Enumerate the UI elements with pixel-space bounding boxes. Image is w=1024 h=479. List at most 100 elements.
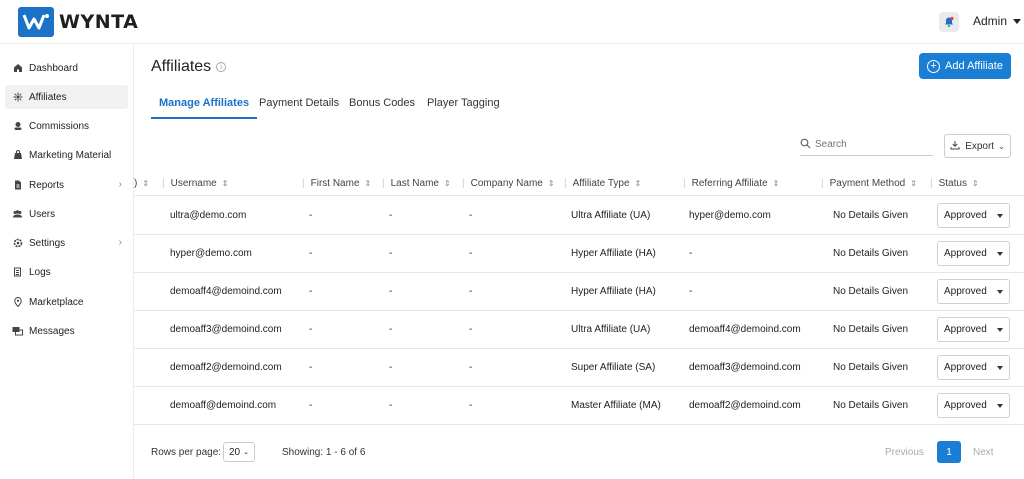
- rows-per-page-select[interactable]: 20 ⌄: [223, 442, 255, 462]
- status-select[interactable]: Approved: [937, 355, 1010, 380]
- cell-affiliate-type: Hyper Affiliate (HA): [571, 286, 656, 297]
- column-header-status[interactable]: | Status ⇕: [930, 178, 979, 189]
- chevron-right-icon: ›: [118, 179, 122, 190]
- sort-icon: ⇕: [772, 179, 780, 188]
- table-row[interactable]: demoaff4@demoind.com - - - Hyper Affilia…: [134, 273, 1024, 311]
- cell-last-name: -: [389, 324, 393, 335]
- previous-page-button[interactable]: Previous: [885, 447, 924, 458]
- column-header-referring-affiliate[interactable]: | Referring Affiliate ⇕: [683, 178, 779, 189]
- cell-referring-affiliate: demoaff4@demoind.com: [689, 324, 801, 335]
- cell-first-name: -: [309, 324, 313, 335]
- add-affiliate-button[interactable]: + Add Affiliate: [919, 53, 1011, 79]
- next-page-button[interactable]: Next: [973, 447, 994, 458]
- tab-player-tagging[interactable]: Player Tagging: [427, 97, 500, 119]
- cell-referring-affiliate: -: [689, 248, 693, 259]
- export-button[interactable]: Export ⌄: [944, 134, 1011, 158]
- sidebar-item-label: Reports: [29, 179, 65, 191]
- column-header-last-name[interactable]: | Last Name ⇕: [382, 178, 451, 189]
- cell-affiliate-type: Master Affiliate (MA): [571, 400, 661, 411]
- table-header: ) ⇕ | Username ⇕ | First Name ⇕ | Last Name ⇕ |…: [134, 172, 1024, 196]
- sidebar-item-logs[interactable]: Logs: [5, 260, 128, 284]
- status-select[interactable]: Approved: [937, 279, 1010, 304]
- cell-payment-method: No Details Given: [833, 400, 909, 411]
- sort-icon: ⇕: [364, 179, 372, 188]
- status-select[interactable]: Approved: [937, 393, 1010, 418]
- cell-referring-affiliate: demoaff3@demoind.com: [689, 362, 801, 373]
- cell-payment-method: No Details Given: [833, 324, 909, 335]
- messages-icon: [12, 326, 23, 337]
- sidebar-item-reports[interactable]: Reports ›: [5, 173, 128, 197]
- sidebar-item-commissions[interactable]: Commissions: [5, 114, 128, 138]
- cell-username: demoaff2@demoind.com: [170, 362, 282, 373]
- cell-username: demoaff3@demoind.com: [170, 324, 282, 335]
- bell-icon[interactable]: [939, 12, 959, 32]
- cell-affiliate-type: Ultra Affiliate (UA): [571, 210, 651, 221]
- caret-down-icon: [997, 404, 1003, 408]
- sort-icon: ⇕: [634, 179, 642, 188]
- search-box[interactable]: [800, 134, 933, 156]
- search-icon: [800, 138, 811, 152]
- sidebar-item-marketing-material[interactable]: Marketing Material: [5, 143, 128, 167]
- cell-payment-method: No Details Given: [833, 286, 909, 297]
- sidebar-item-affiliates[interactable]: Affiliates: [5, 85, 128, 109]
- cell-first-name: -: [309, 286, 313, 297]
- brand-name: WYNTA: [59, 11, 139, 33]
- chevron-right-icon: ›: [118, 237, 122, 248]
- sidebar-item-settings[interactable]: Settings ›: [5, 231, 128, 255]
- logo[interactable]: WYNTA: [18, 7, 138, 37]
- sidebar-item-users[interactable]: Users: [5, 202, 128, 226]
- cell-affiliate-type: Ultra Affiliate (UA): [571, 324, 651, 335]
- column-header-affiliate-type[interactable]: | Affiliate Type ⇕: [564, 178, 641, 189]
- search-input[interactable]: [815, 139, 925, 150]
- column-header-payment-method[interactable]: | Payment Method ⇕: [821, 178, 917, 189]
- tab-payment-details[interactable]: Payment Details: [259, 97, 339, 119]
- page-title: Affiliates i: [151, 58, 227, 76]
- cell-company: -: [469, 362, 473, 373]
- caret-down-icon: [997, 328, 1003, 332]
- caret-down-icon: [1013, 18, 1022, 24]
- report-icon: [12, 180, 23, 191]
- sidebar-item-label: Marketing Material: [29, 149, 112, 161]
- tab-bonus-codes[interactable]: Bonus Codes: [349, 97, 415, 119]
- admin-menu[interactable]: Admin: [973, 14, 1022, 28]
- sort-icon: ⇕: [221, 179, 229, 188]
- rows-per-page-label: Rows per page:: [151, 447, 222, 458]
- admin-label: Admin: [973, 14, 1008, 28]
- status-select[interactable]: Approved: [937, 317, 1010, 342]
- sidebar-item-label: Commissions: [29, 120, 90, 132]
- table-row[interactable]: demoaff@demoind.com - - - Master Affilia…: [134, 387, 1024, 425]
- status-select[interactable]: Approved: [937, 241, 1010, 266]
- network-icon: [12, 92, 23, 103]
- cell-first-name: -: [309, 362, 313, 373]
- caret-down-icon: [997, 214, 1003, 218]
- cell-last-name: -: [389, 210, 393, 221]
- column-header-hidden[interactable]: ) ⇕: [134, 178, 149, 189]
- column-header-first-name[interactable]: | First Name ⇕: [302, 178, 371, 189]
- logs-icon: [12, 267, 23, 278]
- sidebar-item-dashboard[interactable]: Dashboard: [5, 56, 128, 80]
- table-row[interactable]: demoaff2@demoind.com - - - Super Affilia…: [134, 349, 1024, 387]
- page-1-button[interactable]: 1: [937, 441, 961, 463]
- chevron-down-icon: ⌄: [998, 141, 1005, 151]
- caret-down-icon: [997, 252, 1003, 256]
- sidebar-item-marketplace[interactable]: Marketplace: [5, 290, 128, 314]
- sidebar-item-messages[interactable]: Messages: [5, 319, 128, 343]
- column-header-company-name[interactable]: | Company Name ⇕: [462, 178, 555, 189]
- tab-manage-affiliates[interactable]: Manage Affiliates: [151, 97, 258, 119]
- top-bar: WYNTA Admin: [0, 0, 1024, 44]
- users-icon: [12, 209, 23, 220]
- sidebar-item-label: Settings: [29, 237, 66, 249]
- cell-company: -: [469, 400, 473, 411]
- table-row[interactable]: hyper@demo.com - - - Hyper Affiliate (HA…: [134, 235, 1024, 273]
- sidebar: Dashboard Affiliates Commissions Marketi…: [0, 45, 134, 479]
- column-header-username[interactable]: | Username ⇕: [162, 178, 228, 189]
- table-row[interactable]: demoaff3@demoind.com - - - Ultra Affilia…: [134, 311, 1024, 349]
- sidebar-item-label: Dashboard: [29, 62, 78, 74]
- sidebar-item-label: Messages: [29, 325, 75, 337]
- sort-icon: ⇕: [547, 179, 555, 188]
- cell-referring-affiliate: -: [689, 286, 693, 297]
- info-icon[interactable]: i: [216, 62, 227, 72]
- caret-down-icon: [997, 366, 1003, 370]
- status-select[interactable]: Approved: [937, 203, 1010, 228]
- table-row[interactable]: ultra@demo.com - - - Ultra Affiliate (UA…: [134, 197, 1024, 235]
